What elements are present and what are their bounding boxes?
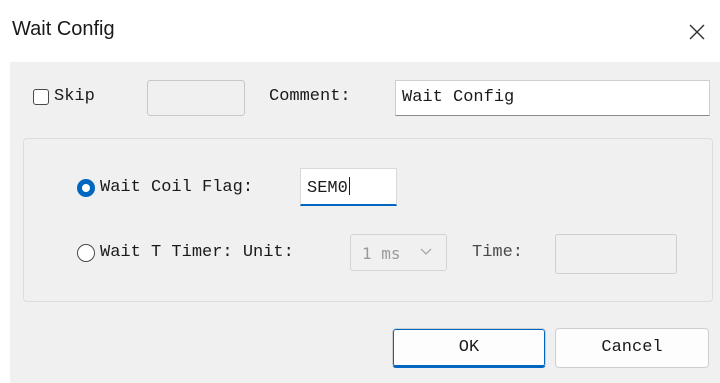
wait-coil-flag-radio[interactable] xyxy=(77,179,95,197)
comment-field[interactable]: Wait Config xyxy=(395,80,710,116)
title-bar: Wait Config xyxy=(0,0,720,62)
ok-button[interactable]: OK xyxy=(392,328,546,368)
skip-checkbox[interactable] xyxy=(33,89,49,105)
unit-select[interactable]: 1 ms xyxy=(350,234,447,271)
wait-timer-label[interactable]: Wait T Timer: Unit: xyxy=(100,243,294,262)
chevron-down-icon xyxy=(420,248,432,255)
skip-value-field[interactable] xyxy=(147,80,245,116)
comment-label: Comment: xyxy=(269,87,351,106)
wait-coil-flag-label[interactable]: Wait Coil Flag: xyxy=(100,178,253,197)
wait-config-dialog: Wait Config Skip Comment: Wait Config Wa… xyxy=(0,0,720,383)
unit-value: 1 ms xyxy=(362,244,401,263)
dialog-title: Wait Config xyxy=(12,18,115,40)
coil-flag-field[interactable]: SEM0 xyxy=(300,168,397,206)
time-field[interactable] xyxy=(555,234,677,274)
close-button[interactable] xyxy=(682,14,712,48)
dialog-body: Skip Comment: Wait Config Wait Coil Flag… xyxy=(10,62,720,383)
wait-timer-radio[interactable] xyxy=(77,244,95,262)
close-icon xyxy=(689,24,705,40)
text-caret xyxy=(348,177,350,195)
time-label: Time: xyxy=(472,243,524,262)
cancel-button[interactable]: Cancel xyxy=(555,328,709,368)
skip-label: Skip xyxy=(54,87,95,106)
wait-options-group: Wait Coil Flag: SEM0 Wait T Timer: Unit:… xyxy=(23,138,713,302)
coil-flag-value: SEM0 xyxy=(307,179,348,198)
